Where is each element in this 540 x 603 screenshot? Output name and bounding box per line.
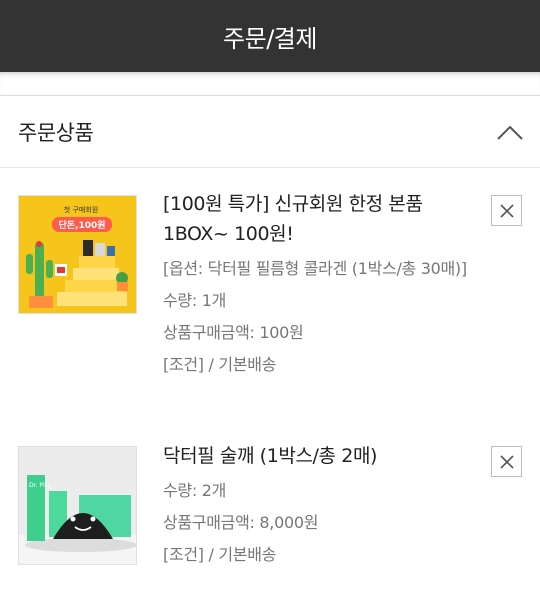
order-item: Dr. PILL 닥터필 술깨 (1박스/총 2매) 수량: 2개 상품구매금액… bbox=[0, 418, 540, 603]
product-shipping: [조건] / 기본배송 bbox=[163, 355, 277, 374]
remove-item-button[interactable] bbox=[491, 195, 522, 226]
close-icon bbox=[499, 454, 514, 469]
order-products-section-header[interactable]: 주문상품 bbox=[0, 97, 540, 168]
page-title: 주문/결제 bbox=[223, 24, 317, 53]
product-quantity: 수량: 1개 bbox=[163, 291, 227, 310]
thumb-brand: Dr. PILL bbox=[29, 482, 52, 489]
thumb-badge-line2: 단돈,100원 bbox=[58, 219, 105, 231]
product-thumbnail[interactable]: Dr. PILL bbox=[18, 446, 137, 565]
chevron-up-icon[interactable] bbox=[494, 117, 526, 149]
app-header: 주문/결제 bbox=[0, 0, 540, 72]
header-divider bbox=[0, 72, 540, 96]
product-title[interactable]: 닥터필 술깨 (1박스/총 2매) bbox=[163, 441, 481, 471]
product-title[interactable]: [100원 특가] 신규회원 한정 본품 1BOX~ 100원! bbox=[163, 189, 481, 249]
product-shipping: [조건] / 기본배송 bbox=[163, 545, 277, 564]
product-thumbnail[interactable]: 첫 구매회원 단돈,100원 bbox=[18, 195, 137, 314]
product-option: [옵션: 닥터필 필름형 콜라겐 (1박스/총 30매)] bbox=[163, 259, 467, 278]
product-price: 상품구매금액: 8,000원 bbox=[163, 513, 319, 532]
product-info: 닥터필 술깨 (1박스/총 2매) 수량: 2개 상품구매금액: 8,000원 … bbox=[163, 441, 481, 571]
product-quantity: 수량: 2개 bbox=[163, 481, 227, 500]
order-item: 첫 구매회원 단돈,100원 [100원 특가] 신규회원 한정 본품 1BOX… bbox=[0, 168, 540, 418]
product-info: [100원 특가] 신규회원 한정 본품 1BOX~ 100원! [옵션: 닥터… bbox=[163, 189, 481, 381]
section-title: 주문상품 bbox=[18, 121, 94, 145]
close-icon bbox=[499, 203, 514, 218]
product-price: 상품구매금액: 100원 bbox=[163, 323, 304, 342]
thumb-badge-line1: 첫 구매회원 bbox=[64, 205, 98, 214]
remove-item-button[interactable] bbox=[491, 446, 522, 477]
